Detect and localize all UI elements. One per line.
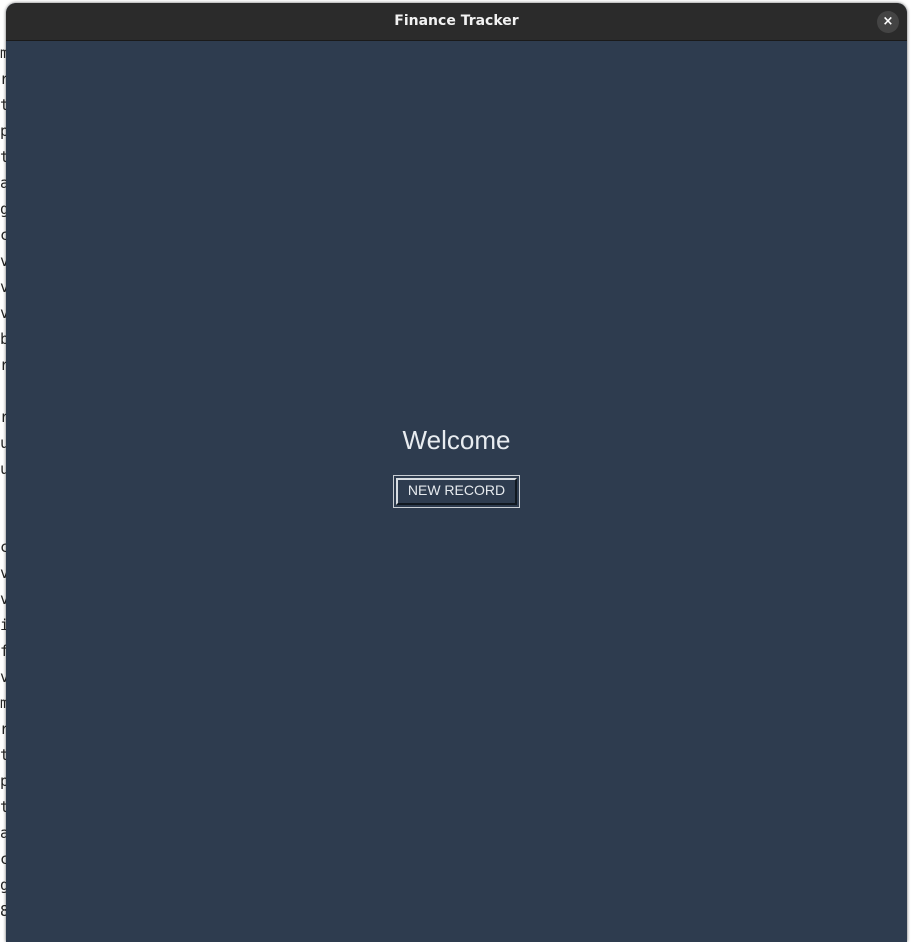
main-content: Welcome NEW RECORD — [6, 41, 907, 942]
close-icon[interactable]: × — [877, 11, 899, 33]
welcome-heading: Welcome — [402, 425, 511, 455]
title-bar[interactable]: Finance Tracker × — [6, 3, 907, 41]
app-window: Finance Tracker × Welcome NEW RECORD — [6, 3, 907, 942]
new-record-button-label: NEW RECORD — [396, 478, 517, 505]
window-title: Finance Tracker — [394, 13, 519, 29]
new-record-button[interactable]: NEW RECORD — [393, 475, 520, 508]
